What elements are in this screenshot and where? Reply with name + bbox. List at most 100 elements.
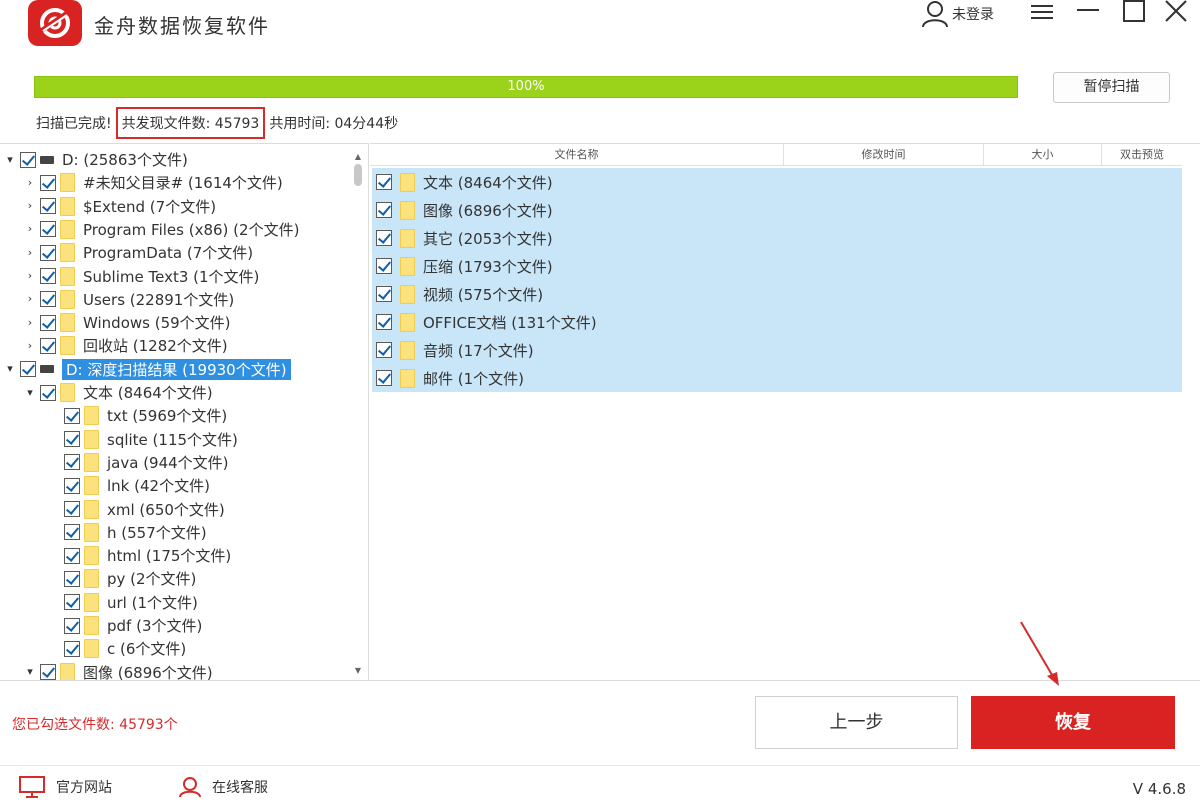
tree-item[interactable]: txt (5969个文件) bbox=[64, 404, 227, 427]
previous-step-button[interactable]: 上一步 bbox=[755, 696, 958, 749]
menu-button[interactable] bbox=[1026, 0, 1058, 24]
tree-checkbox[interactable] bbox=[64, 407, 80, 424]
progress-percent: 100% bbox=[507, 79, 545, 94]
list-item[interactable]: 音频 (17个文件) bbox=[372, 336, 1182, 364]
collapse-arrow-icon[interactable]: › bbox=[24, 200, 36, 212]
collapse-arrow-icon[interactable]: › bbox=[24, 223, 36, 235]
expand-arrow-icon[interactable]: ▾ bbox=[24, 666, 36, 678]
tree-item[interactable]: ▾ 文本 (8464个文件) bbox=[24, 381, 213, 404]
maximize-button[interactable] bbox=[1118, 0, 1150, 24]
tree-item[interactable]: ▾ 图像 (6896个文件) bbox=[24, 661, 213, 680]
scan-done-text: 扫描已完成! bbox=[36, 116, 112, 132]
tree-item[interactable]: pdf (3个文件) bbox=[64, 614, 202, 637]
tree-scrollbar[interactable]: ▲ ▼ bbox=[352, 152, 364, 676]
tree-item[interactable]: › Users (22891个文件) bbox=[24, 288, 234, 311]
tree-checkbox[interactable] bbox=[64, 501, 80, 517]
tree-checkbox[interactable] bbox=[64, 617, 80, 634]
list-checkbox[interactable] bbox=[376, 258, 392, 274]
tree-checkbox[interactable] bbox=[64, 640, 80, 657]
list-item[interactable]: 压缩 (1793个文件) bbox=[372, 252, 1182, 280]
tree-item[interactable]: › Sublime Text3 (1个文件) bbox=[24, 265, 259, 288]
list-item[interactable]: 文本 (8464个文件) bbox=[372, 168, 1182, 196]
tree-item[interactable]: ▾ D: (25863个文件) bbox=[4, 148, 188, 171]
tree-checkbox[interactable] bbox=[40, 664, 56, 680]
collapse-arrow-icon[interactable]: › bbox=[24, 339, 36, 352]
tree-checkbox[interactable] bbox=[40, 244, 56, 261]
tree-checkbox[interactable] bbox=[40, 384, 56, 401]
col-modified[interactable]: 修改时间 bbox=[784, 144, 984, 166]
red-arrow-annotation bbox=[1020, 621, 1059, 686]
recover-button[interactable]: 恢复 bbox=[971, 696, 1175, 749]
list-item[interactable]: 邮件 (1个文件) bbox=[372, 364, 1182, 392]
collapse-arrow-icon[interactable]: › bbox=[24, 316, 36, 329]
expand-arrow-icon[interactable]: ▾ bbox=[4, 153, 16, 166]
online-support-link[interactable]: 在线客服 bbox=[178, 776, 268, 798]
tree-checkbox[interactable] bbox=[40, 198, 56, 215]
found-files-count: 共发现文件数: 45793 bbox=[115, 107, 266, 139]
official-website-link[interactable]: 官方网站 bbox=[18, 776, 112, 798]
tree-checkbox[interactable] bbox=[64, 524, 80, 541]
expand-arrow-icon[interactable]: ▾ bbox=[24, 386, 36, 399]
tree-checkbox[interactable] bbox=[64, 431, 80, 448]
tree-item[interactable]: c (6个文件) bbox=[64, 637, 186, 660]
tree-checkbox[interactable] bbox=[40, 268, 56, 284]
collapse-arrow-icon[interactable]: › bbox=[24, 176, 36, 189]
folder-icon bbox=[60, 219, 75, 239]
tree-item[interactable]: html (175个文件) bbox=[64, 544, 231, 567]
col-size[interactable]: 大小 bbox=[984, 144, 1102, 166]
tree-checkbox[interactable] bbox=[64, 594, 80, 611]
list-checkbox[interactable] bbox=[376, 342, 392, 358]
list-checkbox[interactable] bbox=[376, 174, 392, 190]
list-checkbox[interactable] bbox=[376, 370, 392, 386]
tree-item[interactable]: › #未知父目录# (1614个文件) bbox=[24, 171, 283, 194]
list-item[interactable]: 其它 (2053个文件) bbox=[372, 224, 1182, 252]
close-button[interactable] bbox=[1160, 0, 1192, 24]
folder-icon bbox=[84, 546, 99, 566]
pause-scan-button[interactable]: 暂停扫描 bbox=[1053, 72, 1170, 103]
tree-checkbox[interactable] bbox=[20, 361, 36, 378]
tree-item[interactable]: py (2个文件) bbox=[64, 567, 196, 590]
tree-item[interactable]: xml (650个文件) bbox=[64, 498, 225, 521]
tree-checkbox[interactable] bbox=[64, 477, 80, 494]
expand-arrow-icon[interactable]: ▾ bbox=[4, 363, 16, 375]
list-item[interactable]: 视频 (575个文件) bbox=[372, 280, 1182, 308]
tree-checkbox[interactable] bbox=[40, 337, 56, 354]
tree-item[interactable]: › $Extend (7个文件) bbox=[24, 195, 216, 218]
tree-item[interactable]: sqlite (115个文件) bbox=[64, 428, 238, 451]
tree-item[interactable]: ▾ D: 深度扫描结果 (19930个文件) bbox=[4, 358, 291, 381]
col-filename[interactable]: 文件名称 bbox=[370, 144, 784, 166]
list-checkbox[interactable] bbox=[376, 230, 392, 246]
tree-item[interactable]: lnk (42个文件) bbox=[64, 474, 210, 497]
scroll-up-icon[interactable]: ▲ bbox=[352, 152, 364, 162]
minimize-button[interactable] bbox=[1072, 0, 1104, 24]
tree-item[interactable]: h (557个文件) bbox=[64, 521, 207, 544]
list-checkbox[interactable] bbox=[376, 202, 392, 218]
tree-checkbox[interactable] bbox=[64, 454, 80, 471]
tree-checkbox[interactable] bbox=[40, 314, 56, 331]
scroll-down-icon[interactable]: ▼ bbox=[352, 666, 364, 676]
tree-item[interactable]: › Program Files (x86) (2个文件) bbox=[24, 218, 299, 241]
collapse-arrow-icon[interactable]: › bbox=[24, 293, 36, 305]
tree-item[interactable]: › 回收站 (1282个文件) bbox=[24, 334, 228, 357]
collapse-arrow-icon[interactable]: › bbox=[24, 246, 36, 259]
tree-item[interactable]: java (944个文件) bbox=[64, 451, 229, 474]
tree-checkbox[interactable] bbox=[40, 174, 56, 191]
login-button[interactable]: 未登录 bbox=[920, 0, 994, 28]
tree-checkbox[interactable] bbox=[20, 151, 36, 168]
tree-checkbox[interactable] bbox=[40, 221, 56, 238]
col-preview[interactable]: 双击预览 bbox=[1102, 144, 1182, 166]
tree-item[interactable]: › ProgramData (7个文件) bbox=[24, 241, 253, 264]
tree-checkbox[interactable] bbox=[64, 547, 80, 564]
collapse-arrow-icon[interactable]: › bbox=[24, 270, 36, 282]
list-checkbox[interactable] bbox=[376, 314, 392, 330]
drive-icon bbox=[40, 365, 54, 374]
tree-checkbox[interactable] bbox=[64, 570, 80, 587]
tree-item[interactable]: › Windows (59个文件) bbox=[24, 311, 231, 334]
list-item[interactable]: 图像 (6896个文件) bbox=[372, 196, 1182, 224]
list-checkbox[interactable] bbox=[376, 286, 392, 302]
tree-checkbox[interactable] bbox=[40, 291, 56, 308]
list-item[interactable]: OFFICE文档 (131个文件) bbox=[372, 308, 1182, 336]
tree-item[interactable]: url (1个文件) bbox=[64, 591, 198, 614]
list-item-label: 邮件 (1个文件) bbox=[423, 369, 525, 388]
scroll-thumb[interactable] bbox=[354, 164, 362, 186]
